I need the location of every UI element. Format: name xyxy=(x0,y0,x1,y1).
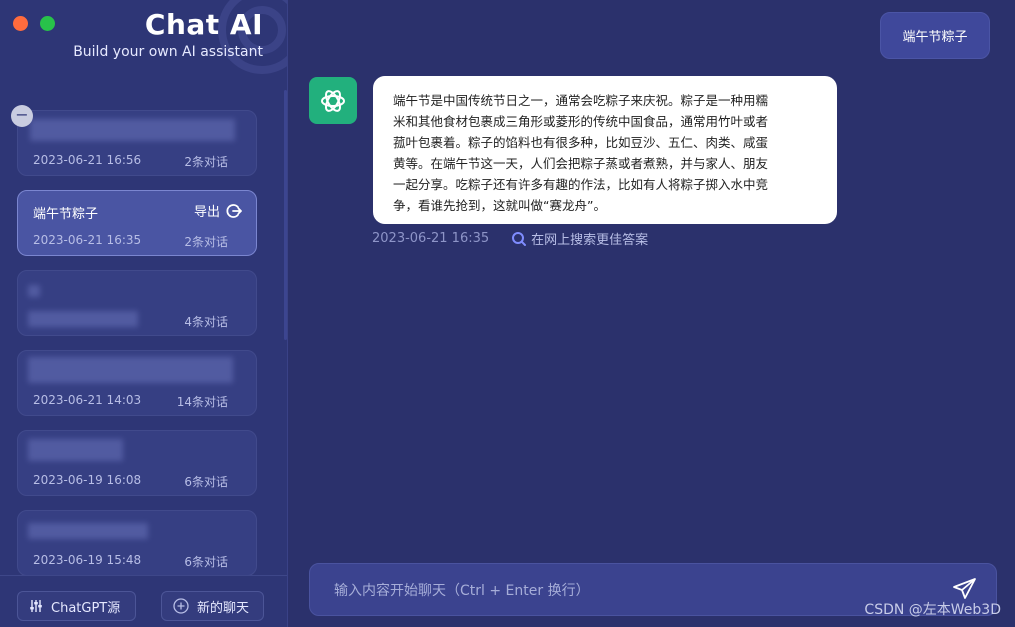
window-maximize-button[interactable] xyxy=(40,16,55,31)
session-date: 2023-06-19 15:48 xyxy=(33,553,142,567)
session-count: 2条对话 xyxy=(184,235,228,249)
csdn-watermark: CSDN @左本Web3D xyxy=(864,602,1001,618)
session-item[interactable]: 2023-06-21 16:56 2条对话 xyxy=(17,110,257,176)
session-date: 2023-06-21 16:35 xyxy=(33,233,142,247)
session-item[interactable]: 4条对话 xyxy=(17,270,257,336)
new-chat-label: 新的聊天 xyxy=(197,600,250,616)
ai-message-line: 黄等。在端午节这一天，人们会把粽子蒸或者煮熟，并与家人、朋友 xyxy=(393,156,769,171)
openai-logo-icon xyxy=(309,77,357,124)
plus-circle-icon xyxy=(173,598,189,614)
session-date: 2023-06-19 16:08 xyxy=(33,473,142,487)
search-icon xyxy=(512,231,527,246)
redacted-title xyxy=(28,285,40,297)
web-search-label: 在网上搜索更佳答案 xyxy=(531,233,649,248)
chat-input[interactable] xyxy=(332,564,936,617)
user-message-bubble: 端午节粽子 xyxy=(880,12,990,59)
web-search-link[interactable]: 在网上搜索更佳答案 xyxy=(511,229,648,248)
window-close-button[interactable] xyxy=(13,16,28,31)
session-item[interactable]: 2023-06-19 16:08 6条对话 xyxy=(17,430,257,496)
redacted-title xyxy=(28,357,233,383)
sliders-icon xyxy=(30,600,42,612)
redacted-date xyxy=(28,311,138,327)
session-count: 14条对话 xyxy=(176,395,228,409)
message-time: 2023-06-21 16:35 xyxy=(372,231,490,246)
new-chat-button[interactable]: 新的聊天 xyxy=(161,591,264,621)
minus-icon[interactable]: − xyxy=(11,105,33,127)
session-item[interactable]: 2023-06-19 15:48 6条对话 xyxy=(17,510,257,576)
session-count: 6条对话 xyxy=(184,555,228,569)
app-subtitle: Build your own AI assistant xyxy=(73,44,263,60)
ai-message-line: 端午节是中国传统节日之一，通常会吃粽子来庆祝。粽子是一种用糯 xyxy=(393,93,769,108)
session-date: 2023-06-21 14:03 xyxy=(33,393,142,407)
session-item[interactable]: 2023-06-21 14:03 14条对话 xyxy=(17,350,257,416)
app-title: Chat AI xyxy=(144,8,263,41)
sidebar-footer: ChatGPT源 新的聊天 xyxy=(0,575,287,627)
session-count: 6条对话 xyxy=(184,475,228,489)
ai-message-line: 争，看谁先抢到，这就叫做“赛龙舟”。 xyxy=(393,198,606,213)
session-item-active[interactable]: 端午节粽子 导出 2023-06-21 16:35 2条对话 xyxy=(17,190,257,256)
session-date: 2023-06-21 16:56 xyxy=(33,153,142,167)
session-count: 4条对话 xyxy=(184,315,228,329)
sidebar: Chat AI Build your own AI assistant 2023… xyxy=(0,0,288,627)
export-label: 导出 xyxy=(193,205,220,220)
session-title: 端午节粽子 xyxy=(33,207,99,222)
sidebar-scrollbar[interactable] xyxy=(284,90,287,340)
redacted-title xyxy=(28,523,148,539)
chatgpt-source-button[interactable]: ChatGPT源 xyxy=(17,591,136,621)
session-count: 2条对话 xyxy=(184,155,228,169)
logout-icon xyxy=(226,203,242,218)
export-button[interactable]: 导出 xyxy=(194,201,242,220)
ai-message-line: 一起分享。吃粽子还有许多有趣的作法，比如有人将粽子掷入水中竞 xyxy=(393,177,769,192)
ai-message-line: 菰叶包裹着。粽子的馅料也有很多种，比如豆沙、五仁、肉类、咸蛋 xyxy=(393,135,769,150)
redacted-title xyxy=(28,439,123,461)
redacted-title xyxy=(30,119,235,141)
ai-message-line: 米和其他食材包裹成三角形或菱形的传统中国食品，通常用竹叶或者 xyxy=(393,114,769,129)
source-label: ChatGPT源 xyxy=(51,600,121,616)
window-controls xyxy=(13,16,55,31)
ai-message-bubble: 端午节是中国传统节日之一，通常会吃粽子来庆祝。粽子是一种用糯 米和其他食材包裹成… xyxy=(373,76,837,224)
user-message-text: 端午节粽子 xyxy=(902,30,968,45)
message-meta: 2023-06-21 16:35 在网上搜索更佳答案 xyxy=(372,229,648,248)
